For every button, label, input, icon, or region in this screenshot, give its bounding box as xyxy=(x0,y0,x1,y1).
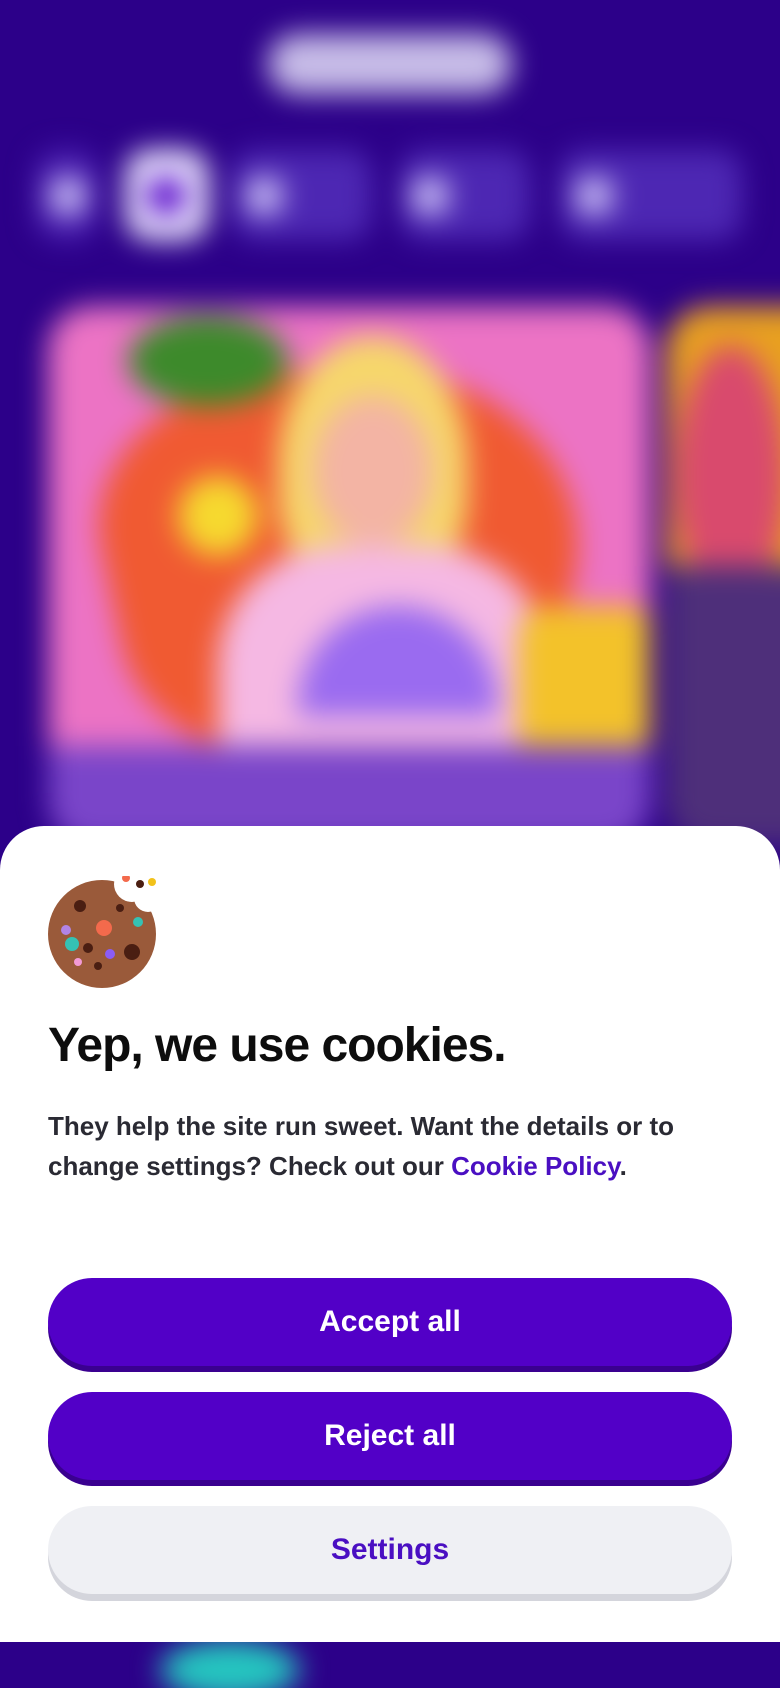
cookie-consent-sheet: Yep, we use cookies. They help the site … xyxy=(0,826,780,1642)
casino-logo xyxy=(268,34,512,94)
home-icon xyxy=(148,178,184,214)
promo-banner-card-next xyxy=(666,306,780,846)
gift-icon xyxy=(576,178,612,214)
cookie-icon xyxy=(48,876,156,988)
slots-icon xyxy=(246,178,282,214)
cookie-description: They help the site run sweet. Want the d… xyxy=(48,1106,688,1186)
search-icon xyxy=(50,178,86,214)
cookie-settings-button[interactable]: Settings xyxy=(48,1506,732,1594)
live-icon xyxy=(412,178,448,214)
bottom-nav-accent xyxy=(160,1640,300,1688)
promo-banner-card xyxy=(48,306,650,846)
accept-all-button[interactable]: Accept all xyxy=(48,1278,732,1366)
reject-all-button[interactable]: Reject all xyxy=(48,1392,732,1480)
cookie-policy-link[interactable]: Cookie Policy xyxy=(451,1151,620,1181)
cookie-description-suffix: . xyxy=(619,1151,627,1181)
cookie-title: Yep, we use cookies. xyxy=(48,1019,507,1072)
